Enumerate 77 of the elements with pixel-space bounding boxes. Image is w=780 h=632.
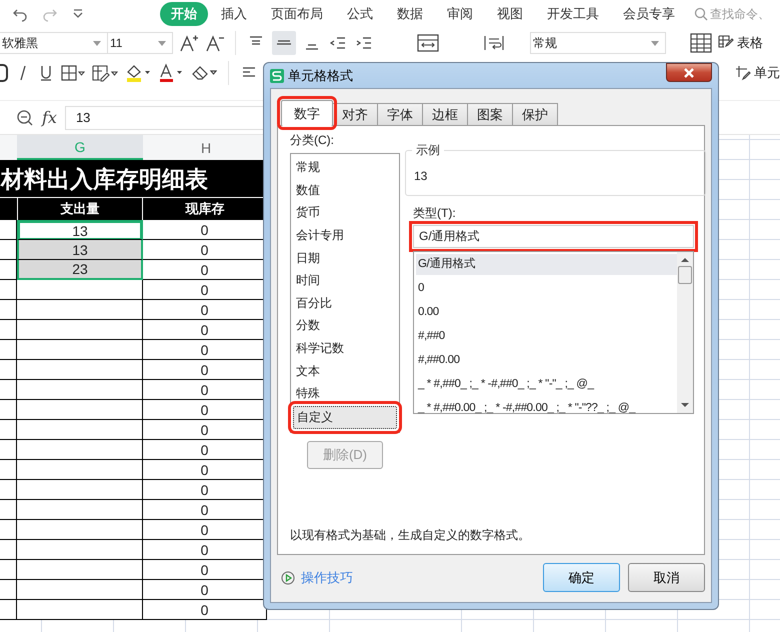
category-item[interactable]: 时间 [293, 270, 397, 292]
table-format-button[interactable]: 表格 [718, 34, 763, 52]
ribbon-tab[interactable]: 页面布局 [260, 2, 334, 26]
underline-icon[interactable] [38, 64, 54, 82]
dialog-tab[interactable]: 字体 [377, 103, 423, 125]
ribbon-tab[interactable]: 公式 [336, 2, 384, 26]
search-field[interactable]: 查找命令、 [694, 7, 780, 21]
ribbon-tab[interactable]: 审阅 [436, 2, 484, 26]
category-item[interactable]: 分数 [293, 315, 397, 336]
dialog-tab[interactable]: 保护 [512, 103, 558, 125]
category-item[interactable]: 数值 [293, 180, 397, 201]
category-item[interactable]: 科学记数 [293, 338, 397, 359]
category-item[interactable]: 货币 [293, 202, 397, 224]
format-item[interactable]: _ * #,##0.00_ ;_ * -#,##0.00_ ;_ * "-"??_ ;_ @_ [416, 398, 677, 413]
table-style-icon[interactable] [690, 33, 712, 53]
ribbon-tab[interactable]: 插入 [210, 2, 258, 26]
table-cell[interactable] [17, 600, 143, 620]
merge-cells-icon[interactable] [416, 33, 440, 53]
table-title: 材料出入库存明细表 [1, 164, 208, 194]
number-format-field[interactable]: 常规 [530, 32, 666, 54]
cell-format-button[interactable]: 单元 [735, 64, 780, 82]
format-item[interactable]: 0 [416, 278, 677, 299]
scroll-down-icon[interactable] [681, 402, 689, 408]
fill-color-icon[interactable] [125, 63, 151, 83]
format-item[interactable]: _ * #,##0_ ;_ * -#,##0_ ;_ * "-"_ ;_ @_ [416, 374, 677, 395]
caret-icon[interactable] [93, 40, 101, 46]
wrap-text-icon[interactable] [482, 33, 506, 53]
shrink-font-icon[interactable] [205, 33, 225, 53]
category-item[interactable]: 会计专用 [293, 224, 397, 246]
ribbon-tab[interactable]: 数据 [386, 2, 434, 26]
dialog-tab[interactable]: 边框 [422, 103, 468, 125]
scroll-thumb[interactable] [678, 266, 692, 284]
close-icon [683, 68, 695, 78]
dialog-tab[interactable]: 图案 [467, 103, 513, 125]
description-text: 以现有格式为基础，生成自定义的数字格式。 [290, 527, 531, 544]
cancel-button[interactable]: 取消 [628, 563, 705, 592]
grow-font-icon[interactable] [179, 33, 199, 53]
font-name-field[interactable]: 软雅黑 [0, 32, 108, 54]
zoom-out-icon[interactable] [16, 108, 34, 126]
type-label: 类型(T): [413, 205, 457, 222]
close-button[interactable] [666, 63, 712, 82]
caret-icon[interactable] [158, 40, 166, 46]
table-cell[interactable]: 13 [17, 240, 143, 260]
function-label[interactable]: fx [42, 108, 57, 127]
table-cell[interactable]: 23 [17, 260, 143, 280]
ribbon-tab[interactable]: 会员专享 [612, 2, 686, 26]
table-cell [0, 600, 17, 620]
app-logo-icon [270, 68, 284, 82]
scrollbar[interactable] [677, 252, 693, 413]
caret-icon[interactable] [651, 40, 659, 46]
font-size-field[interactable]: 11 [107, 32, 173, 54]
table-cell[interactable]: 13 [17, 220, 143, 240]
category-label: 分类(C): [290, 132, 335, 149]
format-item[interactable]: #,##0 [416, 326, 677, 347]
category-item[interactable]: 文本 [293, 360, 397, 382]
category-item[interactable]: 特殊 [293, 383, 397, 404]
category-item[interactable]: 日期 [293, 248, 397, 268]
borders-icon[interactable] [61, 64, 85, 82]
category-item[interactable]: 百分比 [293, 292, 397, 314]
font-color-icon[interactable] [158, 63, 184, 83]
caret-icon[interactable] [72, 8, 84, 20]
ok-button[interactable]: 确定 [543, 563, 620, 592]
format-item[interactable]: G/通用格式 [416, 254, 677, 275]
play-icon [281, 570, 295, 584]
category-item[interactable]: 常规 [293, 157, 397, 178]
ribbon-tab[interactable]: 开发工具 [536, 2, 610, 26]
format-item[interactable]: #,##0.00 [416, 350, 677, 371]
dialog-title: 单元格格式 [288, 66, 353, 84]
format-item[interactable]: 0.00 [416, 302, 677, 323]
align-middle-icon[interactable] [272, 31, 296, 55]
format-painter-icon[interactable] [92, 64, 118, 82]
ribbon-tab[interactable]: 视图 [486, 2, 534, 26]
search-icon [694, 7, 708, 21]
sample-label: 示例 [412, 142, 444, 159]
cell-pen-icon [735, 65, 751, 81]
sample-value: 13 [414, 168, 428, 183]
scroll-up-icon[interactable] [681, 257, 689, 263]
